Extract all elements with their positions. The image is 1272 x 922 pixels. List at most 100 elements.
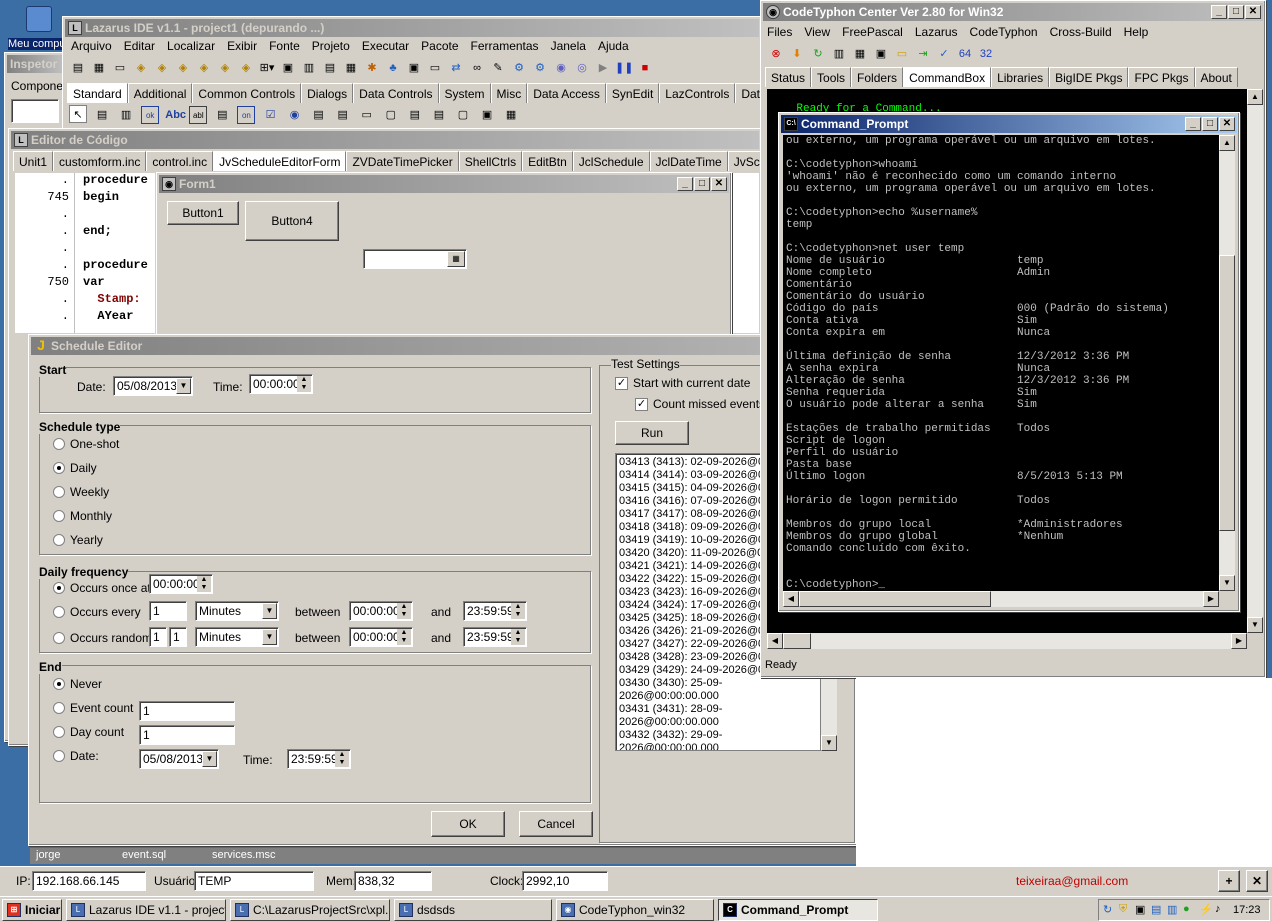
inspector-tab[interactable]: Componen	[11, 79, 65, 93]
editor-tab-7[interactable]: JclSchedule	[572, 151, 650, 171]
frame-icon[interactable]: ▣	[478, 106, 496, 124]
radiogroup-icon[interactable]: ▤	[406, 106, 424, 124]
win32-icon[interactable]: 32	[977, 45, 995, 63]
event-count-field[interactable]: 1	[139, 701, 235, 721]
folder-icon[interactable]: ▭	[893, 45, 911, 63]
editor-tab-1[interactable]: customform.inc	[53, 151, 147, 171]
open-icon[interactable]: ◈	[132, 59, 150, 77]
lazarus-titlebar[interactable]: L Lazarus IDE v1.1 - project1 (depurando…	[65, 19, 759, 37]
form1-titlebar[interactable]: ◉ Form1 _ □ ✕	[159, 175, 729, 193]
ct-tab-1[interactable]: Tools	[811, 67, 852, 87]
button4[interactable]: Button4	[245, 201, 339, 241]
new-form-icon[interactable]: ▦	[90, 59, 108, 77]
palette-tab-9[interactable]: LazControls	[659, 83, 736, 103]
tray-volume-icon[interactable]: ♪	[1215, 903, 1221, 915]
codetyphon-titlebar[interactable]: ◉ CodeTyphon Center Ver 2.80 for Win32 _…	[763, 3, 1263, 21]
ct-tab-2[interactable]: Folders	[851, 67, 904, 87]
view-units-icon[interactable]: ▥	[300, 59, 318, 77]
ct-hscrollbar[interactable]: ◀ ▶	[767, 633, 1247, 649]
settings-icon[interactable]: ⚙	[531, 59, 549, 77]
run-button[interactable]: Run	[615, 421, 689, 445]
end-day-count-radio[interactable]: Day count	[53, 725, 124, 739]
schedule-type-monthly-radio[interactable]: Monthly	[53, 509, 112, 523]
scroll-thumb[interactable]	[1219, 255, 1235, 531]
palette-tab-2[interactable]: Common Controls	[192, 83, 302, 103]
label-icon[interactable]: Abc	[165, 106, 186, 124]
menu-item-9[interactable]: Janela	[551, 37, 586, 55]
scroll-up-icon[interactable]: ▲	[1247, 89, 1263, 105]
menu-item-5[interactable]: Projeto	[312, 37, 350, 55]
menu-item-4[interactable]: Fonte	[269, 37, 300, 55]
editor-tab-3[interactable]: JvScheduleEditorForm	[213, 151, 347, 171]
once-time-field[interactable]: 00:00:00 ▲ ▼	[149, 574, 213, 594]
start-date-picker[interactable]: 05/08/2013 ▼	[113, 376, 193, 396]
terminal-icon[interactable]: ▣	[872, 45, 890, 63]
random-b-field[interactable]: 1	[169, 627, 187, 647]
edit-icon[interactable]: abl	[189, 106, 208, 124]
editor-tab-5[interactable]: ShellCtrls	[458, 151, 523, 171]
memo-icon[interactable]: ▤	[213, 106, 231, 124]
every-unit-select[interactable]: Minutes ▼	[195, 601, 279, 621]
user-field[interactable]: TEMP	[194, 871, 314, 891]
scrollbar-icon[interactable]: ▭	[358, 106, 376, 124]
schedule-type-one-shot-radio[interactable]: One-shot	[53, 437, 119, 451]
calendar-icon[interactable]: ▦	[447, 251, 465, 267]
maximize-button[interactable]: □	[1202, 117, 1218, 131]
ct-menu-item-2[interactable]: FreePascal	[842, 23, 903, 41]
listbox-icon[interactable]: ▤	[310, 106, 328, 124]
menu-item-1[interactable]: Editar	[124, 37, 155, 55]
package-icon[interactable]: ♣	[384, 59, 402, 77]
schedule-type-yearly-radio[interactable]: Yearly	[53, 533, 103, 547]
toggle-icon[interactable]: on	[237, 106, 256, 124]
menu-item-8[interactable]: Ferramentas	[471, 37, 539, 55]
tray-clock[interactable]: 17:23	[1233, 904, 1261, 916]
bg-label-event-sql[interactable]: event.sql	[122, 849, 166, 861]
spin-updown-icon[interactable]: ▲ ▼	[397, 629, 411, 645]
inspector-titlebar[interactable]: Inspetor	[7, 55, 63, 73]
task-command-prompt[interactable]: C Command_Prompt	[718, 899, 878, 921]
close-button[interactable]: ✕	[711, 177, 727, 191]
scroll-down-icon[interactable]: ▼	[1219, 575, 1235, 591]
stop-circle-icon[interactable]: ⊗	[767, 45, 785, 63]
editor-tab-2[interactable]: control.inc	[146, 151, 214, 171]
bg-label-jorge[interactable]: jorge	[36, 849, 60, 861]
command-prompt-titlebar[interactable]: C:\ Command_Prompt _ □ ✕	[781, 115, 1237, 133]
random-from-field[interactable]: 00:00:00 ▲ ▼	[349, 627, 413, 647]
ct-console-scrollbar[interactable]: ▲ ▼	[1247, 89, 1263, 633]
editor-text-area[interactable]: procedure begin end; procedure var Stamp: AY…	[75, 173, 155, 333]
menu-item-6[interactable]: Executar	[362, 37, 409, 55]
end-event-count-radio[interactable]: Event count	[53, 701, 133, 715]
editor-tab-6[interactable]: EditBtn	[522, 151, 573, 171]
tray-chat-icon[interactable]: ●	[1183, 903, 1190, 915]
ct-tab-6[interactable]: FPC Pkgs	[1128, 67, 1195, 87]
occurs-every-radio[interactable]: Occurs every	[53, 605, 141, 619]
occurs-once-radio[interactable]: Occurs once at	[53, 581, 151, 595]
close-info-button[interactable]: ✕	[1246, 870, 1268, 892]
ct-menu-item-5[interactable]: Cross-Build	[1050, 23, 1112, 41]
palette-tab-8[interactable]: SynEdit	[605, 83, 660, 103]
tray-app-icon[interactable]: ▣	[1135, 903, 1145, 916]
save-icon-2[interactable]: ▣	[279, 59, 297, 77]
new-file-icon[interactable]: ▭	[111, 59, 129, 77]
palette-tab-1[interactable]: Additional	[127, 83, 193, 103]
mem-field[interactable]: 838,32	[354, 871, 432, 891]
ct-menu-item-1[interactable]: View	[804, 23, 830, 41]
checkbox-icon[interactable]: ☑	[262, 106, 280, 124]
day-count-field[interactable]: 1	[139, 725, 235, 745]
view-forms-icon[interactable]: ▤	[321, 59, 339, 77]
editor-tab-0[interactable]: Unit1	[13, 151, 54, 171]
every-to-field[interactable]: 23:59:59 ▲ ▼	[463, 601, 527, 621]
run-icon[interactable]: ▶	[594, 59, 612, 77]
run-dropdown-icon[interactable]: ⊞▾	[258, 59, 276, 77]
clock-field[interactable]: 2992,10	[522, 871, 608, 891]
random-unit-select[interactable]: Minutes ▼	[195, 627, 279, 647]
maximize-button[interactable]: □	[694, 177, 710, 191]
checkgroup-icon[interactable]: ▤	[430, 106, 448, 124]
scroll-up-icon[interactable]: ▲	[1219, 135, 1235, 151]
ok-button[interactable]: OK	[431, 811, 505, 837]
end-date-radio[interactable]: Date:	[53, 749, 99, 763]
end-time-field[interactable]: 23:59:59 ▲ ▼	[287, 749, 351, 769]
maximize-button[interactable]: □	[1228, 5, 1244, 19]
build-icon[interactable]: ✱	[363, 59, 381, 77]
command-prompt-output[interactable]: ou externo, um programa operável ou um a…	[783, 135, 1219, 591]
